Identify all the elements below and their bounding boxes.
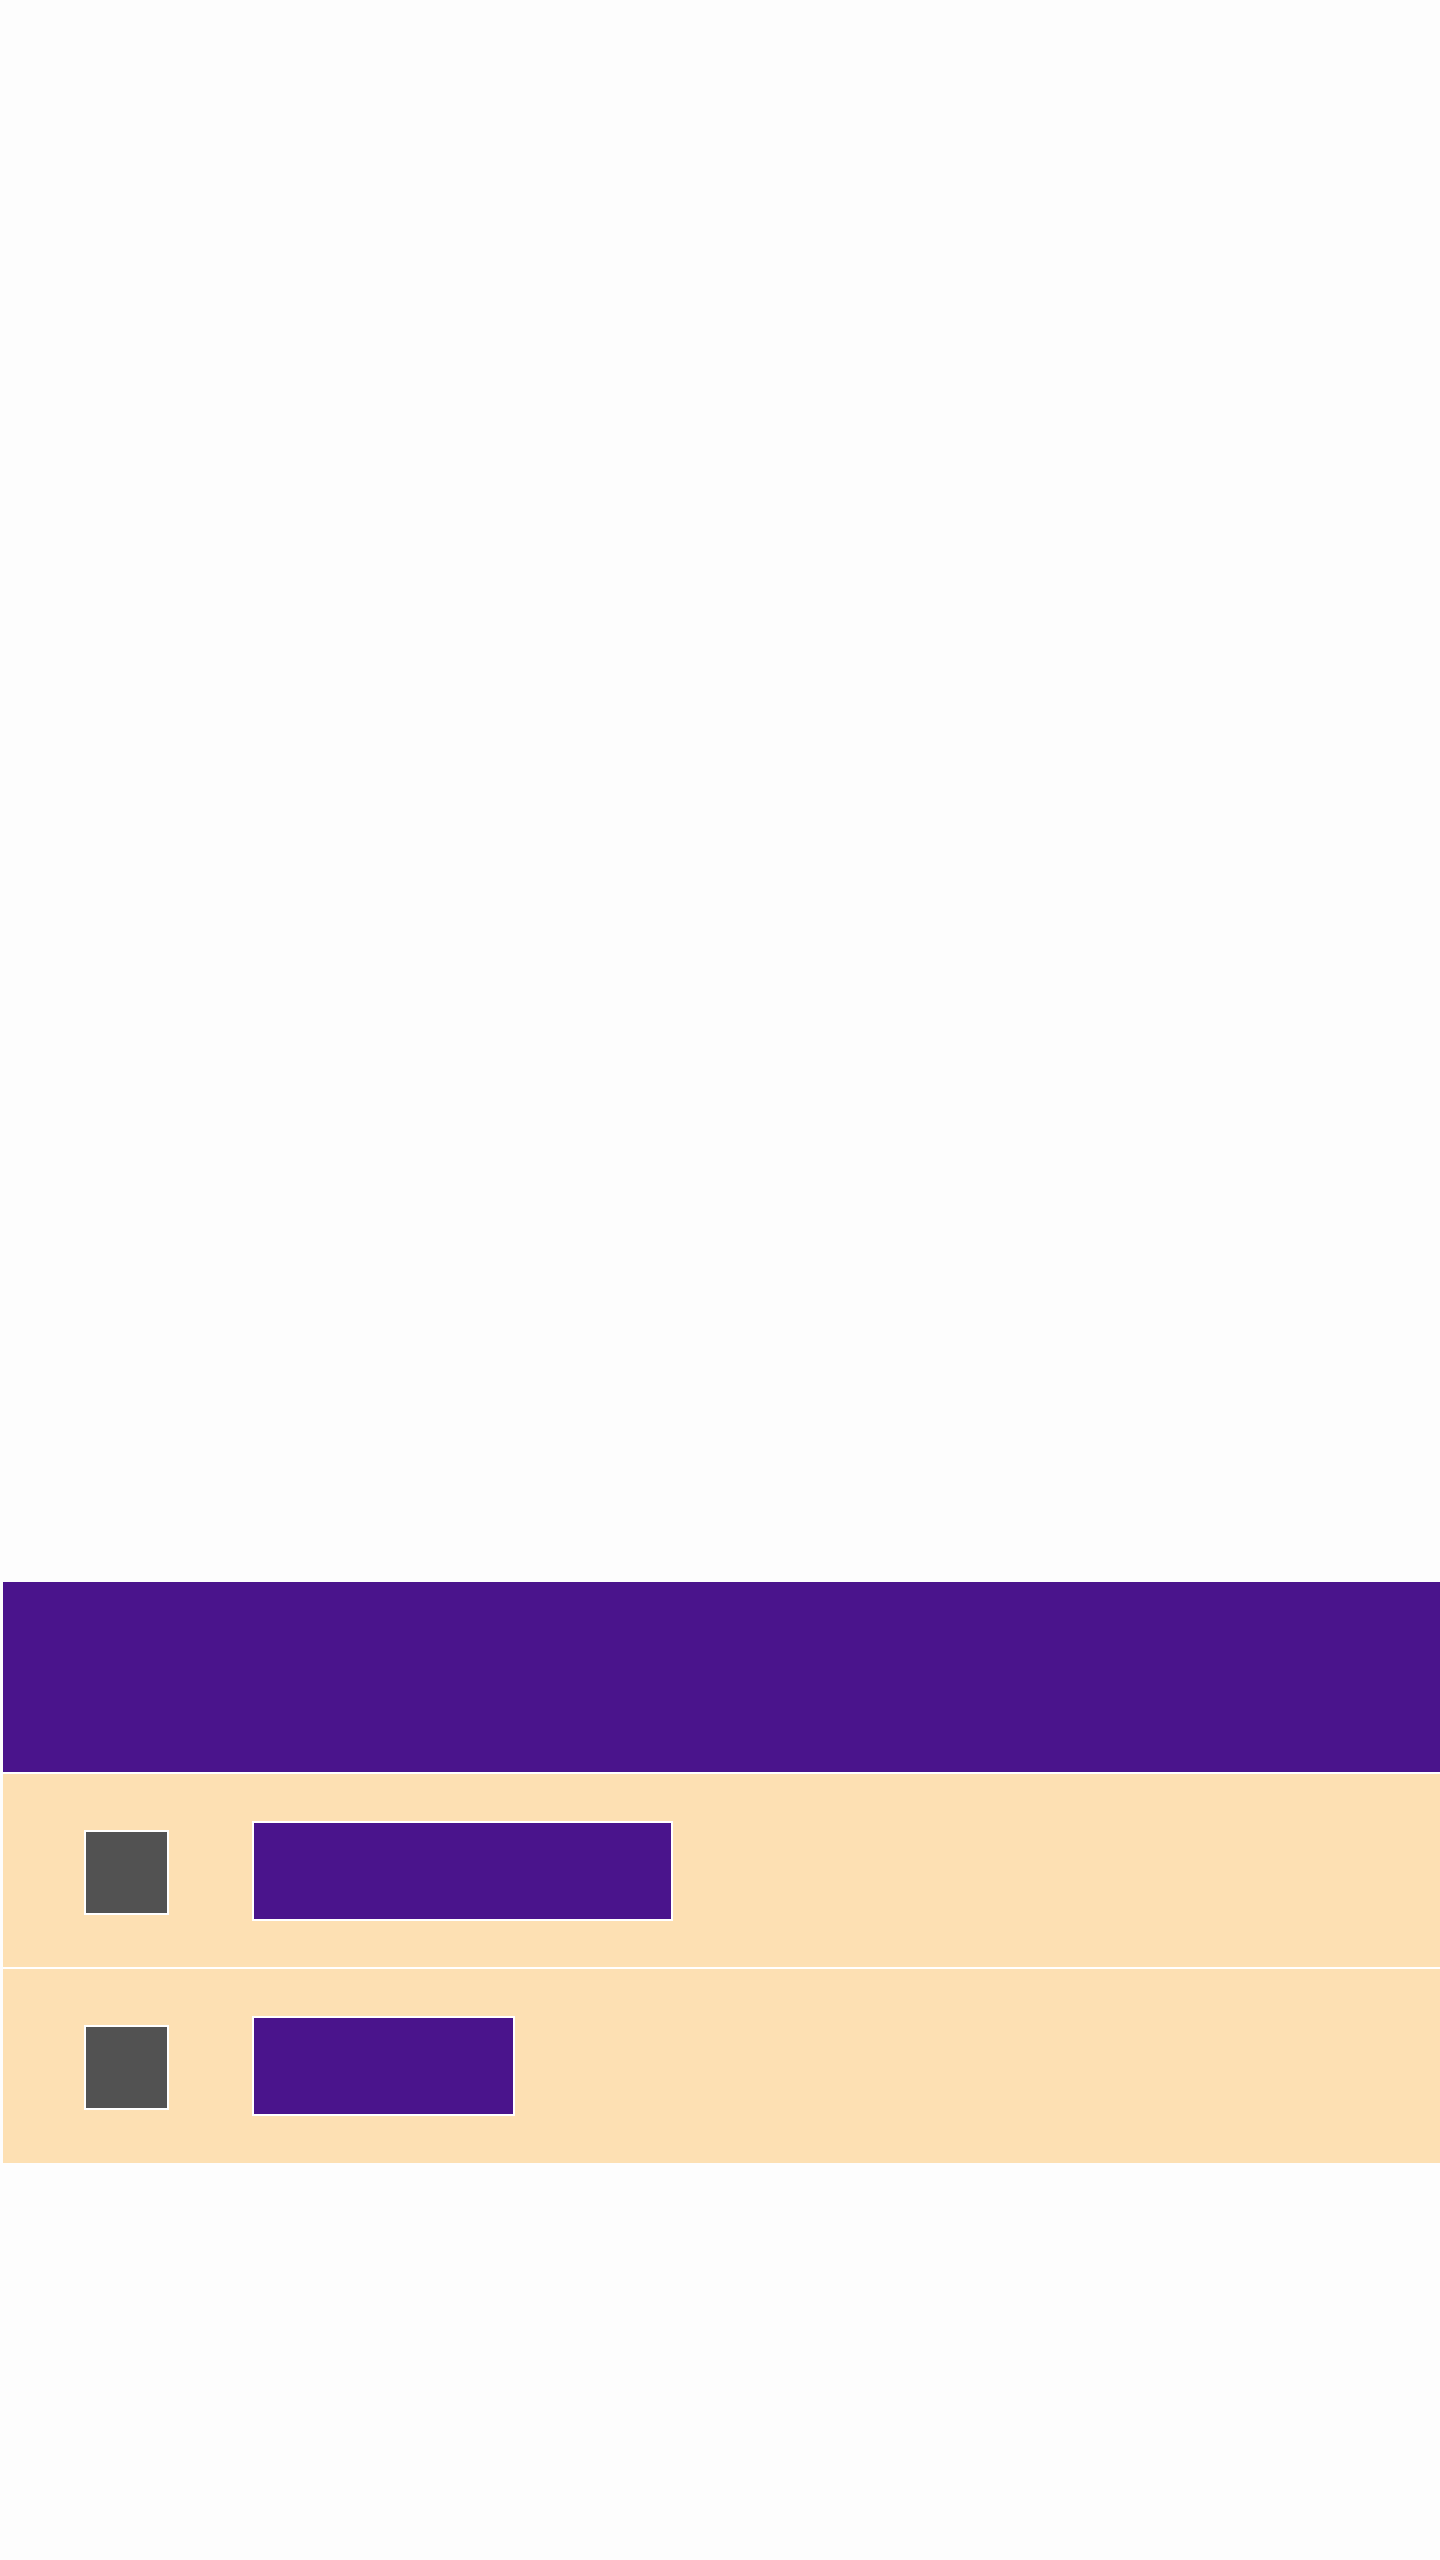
page [0, 0, 1440, 2560]
list-item[interactable] [3, 1969, 1440, 2163]
panel-header [3, 1582, 1440, 1774]
list-panel [3, 1582, 1440, 2163]
list-item-button[interactable] [252, 2016, 515, 2116]
list-item-button[interactable] [252, 1821, 673, 1921]
item-icon [84, 1830, 169, 1915]
item-icon [84, 2025, 169, 2110]
list-item[interactable] [3, 1774, 1440, 1969]
